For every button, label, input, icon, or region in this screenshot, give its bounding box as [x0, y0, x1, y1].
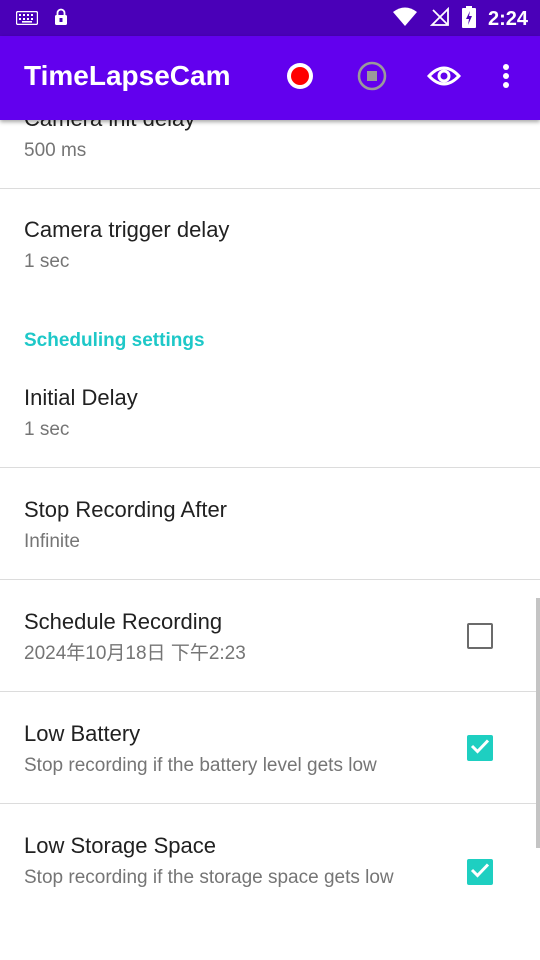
pref-title: Stop Recording After — [24, 497, 228, 522]
app-title: TimeLapseCam — [24, 60, 231, 91]
wifi-icon — [392, 7, 418, 31]
keyboard-icon — [15, 10, 39, 29]
pref-summary: 1 sec — [24, 419, 70, 440]
pref-summary: Infinite — [24, 531, 80, 552]
pref-camera-trigger-delay[interactable]: Camera trigger delay 1 sec — [0, 189, 540, 299]
pref-summary: 1 sec — [24, 251, 70, 272]
category-scheduling-settings: Scheduling settings — [24, 330, 205, 351]
check-icon — [470, 862, 490, 882]
no-signal-icon — [429, 6, 450, 31]
pref-summary: Stop recording if the storage space gets… — [24, 867, 394, 888]
pref-camera-init-delay[interactable]: Camera init delay 500 ms — [0, 120, 540, 188]
lock-icon — [54, 8, 68, 30]
stop-button[interactable] — [352, 58, 392, 98]
eye-icon — [426, 64, 462, 92]
low-battery-checkbox[interactable] — [467, 735, 493, 761]
status-left-icons — [15, 8, 68, 30]
pref-stop-recording-after[interactable]: Stop Recording After Infinite — [0, 468, 540, 579]
app-bar: TimeLapseCam — [0, 36, 540, 120]
preview-button[interactable] — [424, 58, 464, 98]
pref-initial-delay[interactable]: Initial Delay 1 sec — [0, 364, 540, 467]
pref-summary: 500 ms — [24, 140, 87, 161]
record-icon — [284, 60, 316, 96]
pref-title: Initial Delay — [24, 385, 138, 410]
status-time: 2:24 — [487, 7, 528, 30]
status-bar: 2:24 — [0, 0, 540, 36]
overflow-menu-button[interactable] — [486, 58, 526, 98]
settings-list[interactable]: Camera init delay 500 ms Camera trigger … — [0, 120, 540, 960]
more-vert-icon — [502, 63, 510, 93]
record-button[interactable] — [280, 58, 320, 98]
status-right-icons: 2:24 — [392, 6, 528, 32]
battery-charging-icon — [461, 6, 476, 32]
low-storage-checkbox[interactable] — [467, 859, 493, 885]
pref-title: Camera trigger delay — [24, 217, 230, 242]
pref-title: Low Storage Space — [24, 833, 217, 858]
pref-schedule-recording[interactable]: Schedule Recording 2024年10月18日 下午2:23 — [0, 580, 540, 691]
stop-icon — [356, 60, 388, 96]
check-icon — [470, 738, 490, 758]
pref-summary: 2024年10月18日 下午2:23 — [24, 643, 246, 664]
schedule-recording-checkbox[interactable] — [467, 623, 493, 649]
pref-summary: Stop recording if the battery level gets… — [24, 755, 377, 776]
pref-title: Schedule Recording — [24, 609, 223, 634]
pref-title: Camera init delay — [24, 120, 195, 132]
pref-low-battery[interactable]: Low Battery Stop recording if the batter… — [0, 692, 540, 803]
pref-low-storage-space[interactable]: Low Storage Space Stop recording if the … — [0, 804, 540, 944]
scrollbar[interactable] — [536, 598, 540, 848]
pref-title: Low Battery — [24, 721, 141, 746]
